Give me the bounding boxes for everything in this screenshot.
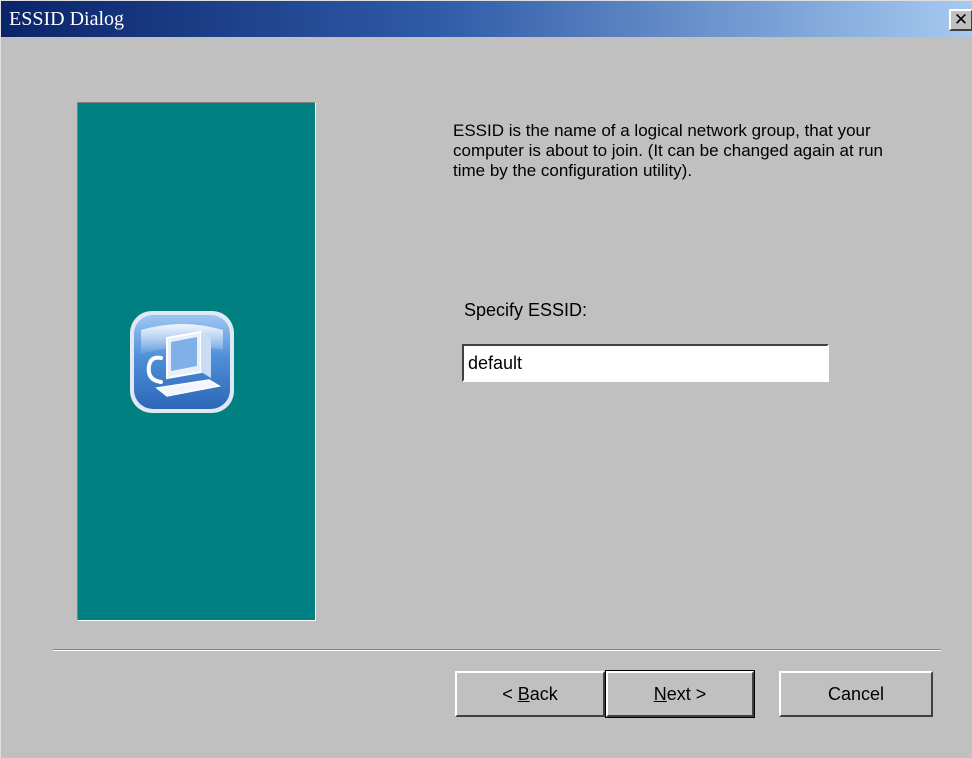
cancel-button[interactable]: Cancel	[779, 671, 933, 717]
cancel-button-label: Cancel	[827, 683, 885, 704]
computer-setup-icon	[130, 311, 234, 413]
window-title: ESSID Dialog	[9, 8, 124, 30]
essid-label: Specify ESSID:	[464, 300, 588, 320]
title-bar[interactable]: ESSID Dialog ✕	[1, 1, 972, 37]
next-button[interactable]: Next >	[605, 670, 755, 718]
close-icon: ✕	[953, 9, 969, 30]
next-button-label: Next >	[653, 683, 707, 704]
essid-description: ESSID is the name of a logical network g…	[453, 121, 883, 180]
back-button[interactable]: < Back	[455, 671, 605, 717]
essid-dialog-window: ESSID Dialog ✕ ESSID is the name of a lo…	[0, 0, 972, 758]
essid-input[interactable]	[462, 344, 829, 382]
back-button-label: < Back	[502, 683, 558, 704]
close-button[interactable]: ✕	[949, 9, 972, 31]
separator	[53, 649, 941, 651]
